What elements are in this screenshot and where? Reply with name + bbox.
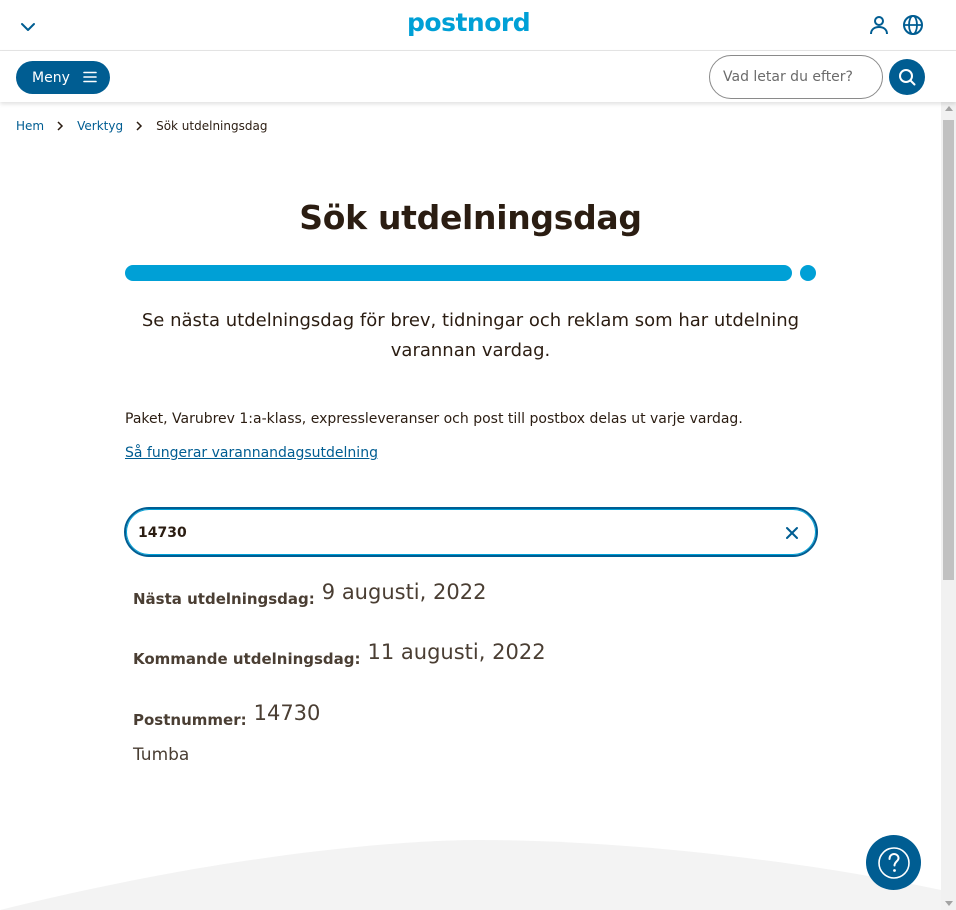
progress-bar bbox=[125, 265, 792, 281]
search-icon bbox=[899, 69, 916, 86]
how-it-works-link[interactable]: Så fungerar varannandagsutdelning bbox=[125, 445, 378, 461]
city-name: Tumba bbox=[133, 745, 190, 765]
menu-icon bbox=[83, 71, 97, 83]
progress-step-dot bbox=[800, 265, 816, 281]
user-icon[interactable] bbox=[867, 13, 891, 37]
chevron-down-icon[interactable] bbox=[19, 18, 37, 36]
help-button[interactable] bbox=[866, 835, 921, 890]
postal-code-field[interactable] bbox=[124, 507, 818, 557]
footer-curve bbox=[0, 840, 941, 910]
intro-text: Se nästa utdelningsdag för brev, tidning… bbox=[141, 310, 800, 361]
close-icon[interactable] bbox=[784, 525, 800, 541]
menu-button[interactable]: Meny bbox=[16, 61, 110, 94]
menu-button-label: Meny bbox=[32, 69, 70, 86]
info-text: Paket, Varubrev 1:a-klass, expresslevera… bbox=[125, 411, 743, 427]
postal-code-input[interactable] bbox=[138, 521, 738, 545]
upcoming-delivery-value: 11 augusti, 2022 bbox=[367, 640, 546, 664]
next-delivery-value: 9 augusti, 2022 bbox=[321, 580, 487, 604]
page-scrollbar[interactable] bbox=[941, 102, 956, 910]
top-bar: postnord bbox=[0, 0, 956, 51]
postnord-logo[interactable]: postnord bbox=[407, 8, 531, 37]
page-title: Sök utdelningsdag bbox=[299, 198, 642, 237]
scroll-down-arrow[interactable] bbox=[945, 901, 953, 906]
navigation-bar: Meny bbox=[0, 51, 956, 102]
help-icon bbox=[877, 846, 910, 879]
chevron-right-icon bbox=[136, 121, 143, 131]
scroll-thumb[interactable] bbox=[943, 120, 954, 580]
breadcrumb: Hem Verktyg Sök utdelningsdag bbox=[16, 119, 267, 133]
upcoming-delivery-label: Kommande utdelningsdag: bbox=[133, 650, 361, 668]
postal-code-value: 14730 bbox=[253, 701, 321, 725]
next-delivery-label: Nästa utdelningsdag: bbox=[133, 590, 315, 608]
postal-code-label: Postnummer: bbox=[133, 711, 247, 729]
next-delivery-row: Nästa utdelningsdag: 9 augusti, 2022 bbox=[133, 580, 486, 609]
search-button[interactable] bbox=[889, 59, 925, 95]
globe-icon[interactable] bbox=[901, 13, 925, 37]
breadcrumb-tools[interactable]: Verktyg bbox=[77, 119, 123, 133]
upcoming-delivery-row: Kommande utdelningsdag: 11 augusti, 2022 bbox=[133, 640, 546, 669]
breadcrumb-current: Sök utdelningsdag bbox=[156, 119, 268, 133]
search-input[interactable] bbox=[709, 55, 883, 99]
scroll-up-arrow[interactable] bbox=[945, 106, 953, 111]
breadcrumb-home[interactable]: Hem bbox=[16, 119, 44, 133]
postal-code-row: Postnummer: 14730 bbox=[133, 701, 320, 730]
chevron-right-icon bbox=[57, 121, 64, 131]
